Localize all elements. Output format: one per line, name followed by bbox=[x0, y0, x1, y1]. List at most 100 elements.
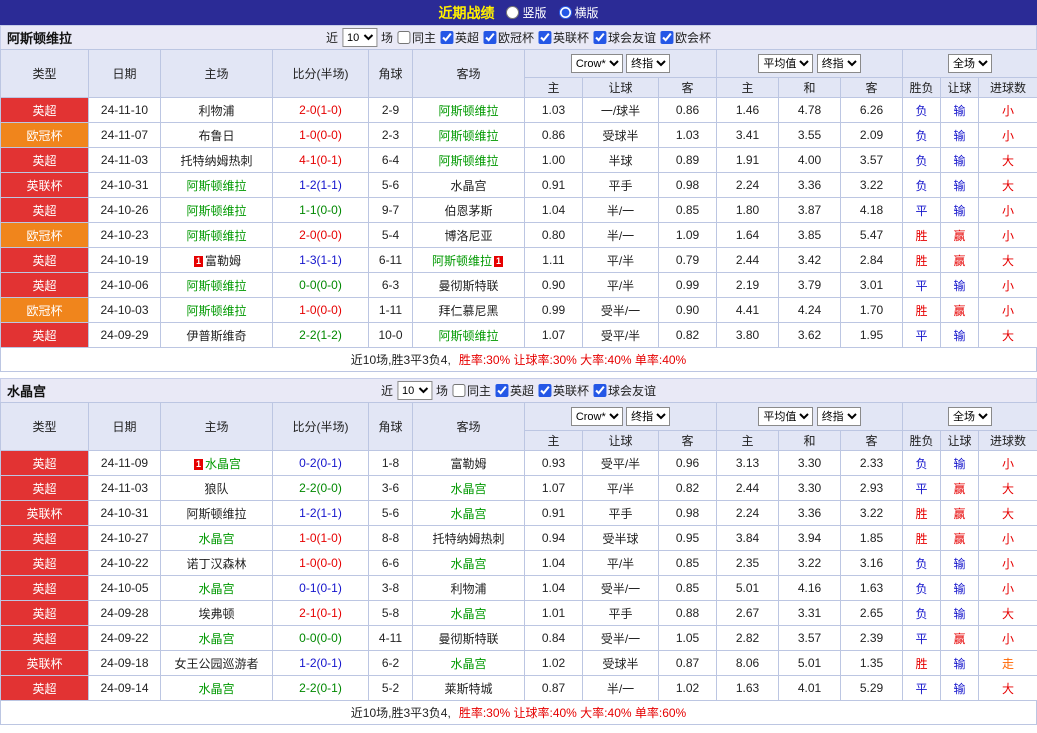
average-select[interactable]: 平均值 bbox=[758, 54, 814, 73]
score[interactable]: 2-2(0-0) bbox=[272, 475, 369, 501]
team-cell[interactable]: 富勒姆 bbox=[412, 450, 525, 476]
league-filter-checkbox[interactable] bbox=[439, 31, 453, 44]
score[interactable]: 2-1(0-1) bbox=[272, 600, 369, 626]
score[interactable]: 1-0(0-0) bbox=[272, 550, 369, 576]
score[interactable]: 2-0(0-0) bbox=[272, 222, 369, 248]
horizontal-layout-option[interactable]: 横版 bbox=[558, 4, 599, 21]
score[interactable]: 1-2(1-1) bbox=[272, 500, 369, 526]
team-cell[interactable]: 阿斯顿维拉 1 bbox=[412, 247, 525, 273]
team-cell[interactable]: 水晶宫 bbox=[160, 525, 273, 551]
score[interactable]: 1-0(0-0) bbox=[272, 122, 369, 148]
team-cell[interactable]: 利物浦 bbox=[160, 97, 273, 123]
horizontal-layout-radio[interactable] bbox=[558, 6, 572, 19]
team-cell[interactable]: 阿斯顿维拉 bbox=[160, 272, 273, 298]
team-cell[interactable]: 阿斯顿维拉 bbox=[412, 322, 525, 348]
odds-stage-select[interactable]: 终指 bbox=[626, 54, 671, 73]
team-cell[interactable]: 博洛尼亚 bbox=[412, 222, 525, 248]
score[interactable]: 2-0(1-0) bbox=[272, 97, 369, 123]
team-cell[interactable]: 埃弗顿 bbox=[160, 600, 273, 626]
team-cell[interactable]: 水晶宫 bbox=[160, 575, 273, 601]
avg-away-odds: 1.63 bbox=[840, 575, 904, 601]
team-cell[interactable]: 托特纳姆热刺 bbox=[412, 525, 525, 551]
score[interactable]: 1-0(0-0) bbox=[272, 297, 369, 323]
league-filter-checkbox[interactable] bbox=[538, 31, 552, 44]
team-cell[interactable]: 曼彻斯特联 bbox=[412, 625, 525, 651]
team-cell[interactable]: 狼队 bbox=[160, 475, 273, 501]
fulltime-select[interactable]: 全场 bbox=[948, 54, 993, 73]
league-filter-checkbox[interactable] bbox=[451, 384, 465, 397]
team-cell[interactable]: 阿斯顿维拉 bbox=[412, 122, 525, 148]
league-filter-option[interactable]: 英超 bbox=[495, 382, 534, 399]
team-cell[interactable]: 1 富勒姆 bbox=[160, 247, 273, 273]
score[interactable]: 4-1(0-1) bbox=[272, 147, 369, 173]
league-filter-option[interactable]: 同主 bbox=[396, 29, 436, 46]
team-cell[interactable]: 水晶宫 bbox=[412, 600, 525, 626]
team-cell[interactable]: 伊普斯维奇 bbox=[160, 322, 273, 348]
team-cell[interactable]: 水晶宫 bbox=[412, 172, 525, 198]
odds-stage-select-2[interactable]: 终指 bbox=[816, 54, 861, 73]
score[interactable]: 0-1(0-1) bbox=[272, 575, 369, 601]
league-filter-checkbox[interactable] bbox=[538, 384, 552, 397]
match-count-select[interactable]: 10 bbox=[396, 381, 432, 400]
team-cell[interactable]: 曼彻斯特联 bbox=[412, 272, 525, 298]
team-cell[interactable]: 诺丁汉森林 bbox=[160, 550, 273, 576]
subcol-goals: 进球数 bbox=[978, 430, 1037, 451]
odds-stage-select-2[interactable]: 终指 bbox=[816, 407, 861, 426]
score[interactable]: 0-0(0-0) bbox=[272, 625, 369, 651]
team-cell[interactable]: 拜仁慕尼黑 bbox=[412, 297, 525, 323]
team-cell[interactable]: 水晶宫 bbox=[412, 475, 525, 501]
team-cell[interactable]: 水晶宫 bbox=[160, 625, 273, 651]
league-filter-option[interactable]: 球会友谊 bbox=[593, 29, 656, 46]
league-filter-checkbox[interactable] bbox=[593, 384, 607, 397]
team-cell[interactable]: 阿斯顿维拉 bbox=[412, 147, 525, 173]
odds-stage-select[interactable]: 终指 bbox=[626, 407, 671, 426]
team-cell[interactable]: 阿斯顿维拉 bbox=[160, 172, 273, 198]
vertical-layout-option[interactable]: 竖版 bbox=[506, 4, 547, 21]
league-filter-checkbox[interactable] bbox=[660, 31, 674, 44]
league-filter-checkbox[interactable] bbox=[593, 31, 607, 44]
score[interactable]: 2-2(0-1) bbox=[272, 675, 369, 701]
team-cell[interactable]: 阿斯顿维拉 bbox=[160, 500, 273, 526]
score[interactable]: 0-0(0-0) bbox=[272, 272, 369, 298]
team-cell[interactable]: 水晶宫 bbox=[412, 650, 525, 676]
score[interactable]: 0-2(0-1) bbox=[272, 450, 369, 476]
league-filter-option[interactable]: 球会友谊 bbox=[593, 382, 656, 399]
score[interactable]: 1-0(1-0) bbox=[272, 525, 369, 551]
league-filter-option[interactable]: 欧冠杯 bbox=[483, 29, 534, 46]
score[interactable]: 1-3(1-1) bbox=[272, 247, 369, 273]
fulltime-select[interactable]: 全场 bbox=[948, 407, 993, 426]
league-filter-option[interactable]: 欧会杯 bbox=[660, 29, 711, 46]
team-cell[interactable]: 伯恩茅斯 bbox=[412, 197, 525, 223]
team-cell[interactable]: 1 水晶宫 bbox=[160, 450, 273, 476]
score[interactable]: 1-2(1-1) bbox=[272, 172, 369, 198]
team-cell[interactable]: 阿斯顿维拉 bbox=[160, 297, 273, 323]
team-cell[interactable]: 水晶宫 bbox=[160, 675, 273, 701]
team-cell[interactable]: 阿斯顿维拉 bbox=[160, 222, 273, 248]
match-count-select[interactable]: 10 bbox=[341, 28, 377, 47]
team-cell[interactable]: 莱斯特城 bbox=[412, 675, 525, 701]
vertical-layout-radio[interactable] bbox=[506, 6, 520, 19]
score[interactable]: 2-2(1-2) bbox=[272, 322, 369, 348]
league-filter-option[interactable]: 英超 bbox=[439, 29, 479, 46]
league-filter-checkbox[interactable] bbox=[495, 384, 508, 397]
league-filter-option[interactable]: 英联杯 bbox=[538, 29, 589, 46]
bookmaker-select[interactable]: Crow* bbox=[570, 54, 623, 73]
team-cell[interactable]: 女王公园巡游者 bbox=[160, 650, 273, 676]
team-cell[interactable]: 托特纳姆热刺 bbox=[160, 147, 273, 173]
team-cell[interactable]: 水晶宫 bbox=[412, 550, 525, 576]
team-cell[interactable]: 布鲁日 bbox=[160, 122, 273, 148]
league-filter-option[interactable]: 英联杯 bbox=[538, 382, 589, 399]
team-cell[interactable]: 利物浦 bbox=[412, 575, 525, 601]
team-cell[interactable]: 阿斯顿维拉 bbox=[160, 197, 273, 223]
score[interactable]: 1-2(0-1) bbox=[272, 650, 369, 676]
team-cell[interactable]: 水晶宫 bbox=[412, 500, 525, 526]
bookmaker-select[interactable]: Crow* bbox=[570, 407, 623, 426]
average-select[interactable]: 平均值 bbox=[758, 407, 814, 426]
team-cell[interactable]: 阿斯顿维拉 bbox=[412, 97, 525, 123]
score[interactable]: 1-1(0-0) bbox=[272, 197, 369, 223]
league-filter-checkbox[interactable] bbox=[396, 31, 410, 44]
league-filter-option[interactable]: 同主 bbox=[451, 382, 491, 399]
league-filter-checkbox[interactable] bbox=[483, 31, 496, 44]
matches-unit-label: 场 bbox=[380, 31, 393, 45]
match-date: 24-09-18 bbox=[88, 650, 161, 676]
